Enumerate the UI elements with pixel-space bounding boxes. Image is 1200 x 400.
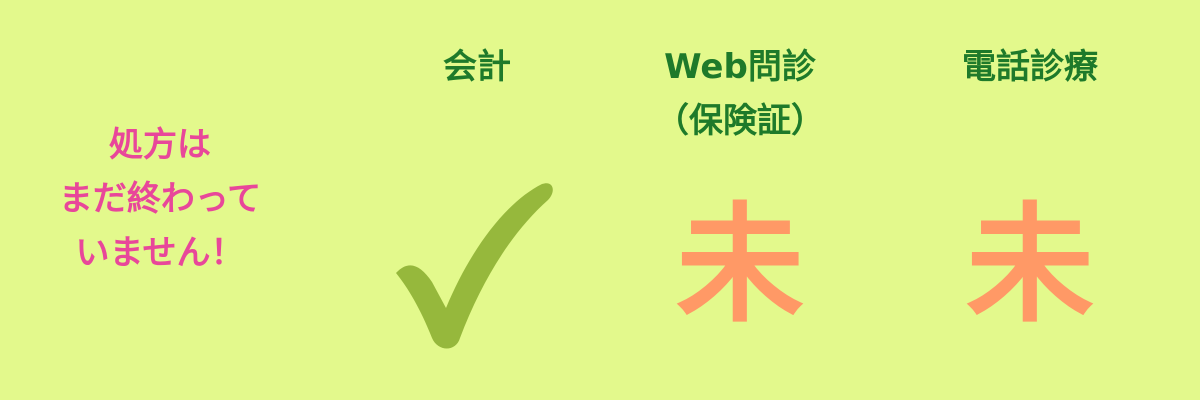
notice-line: まだ終わって (58, 179, 262, 219)
column-header-phone-consultation: 電話診療 (910, 40, 1150, 94)
checkmark-icon (396, 183, 553, 349)
column-header-label: 会計 (443, 47, 511, 87)
pending-mark: 未 (965, 191, 1094, 340)
status-board: 処方は まだ終わって いません！ 会計 Web問診 （保険証） 電話診療 未 未 (0, 0, 1200, 400)
column-header-label: Web問診 (664, 47, 816, 87)
checkmark-stroke (396, 183, 553, 349)
column-header-label: 電話診療 (962, 47, 1098, 87)
notice-line: いません！ (75, 233, 245, 273)
pending-mark: 未 (675, 191, 804, 340)
prescription-notice: 処方は まだ終わって いません！ (20, 118, 300, 280)
column-header-web-questionnaire: Web問診 （保険証） (620, 40, 860, 148)
notice-line: 処方は (109, 125, 211, 165)
column-header-sublabel: （保険証） (655, 101, 825, 141)
column-header-accounting: 会計 (357, 40, 597, 94)
